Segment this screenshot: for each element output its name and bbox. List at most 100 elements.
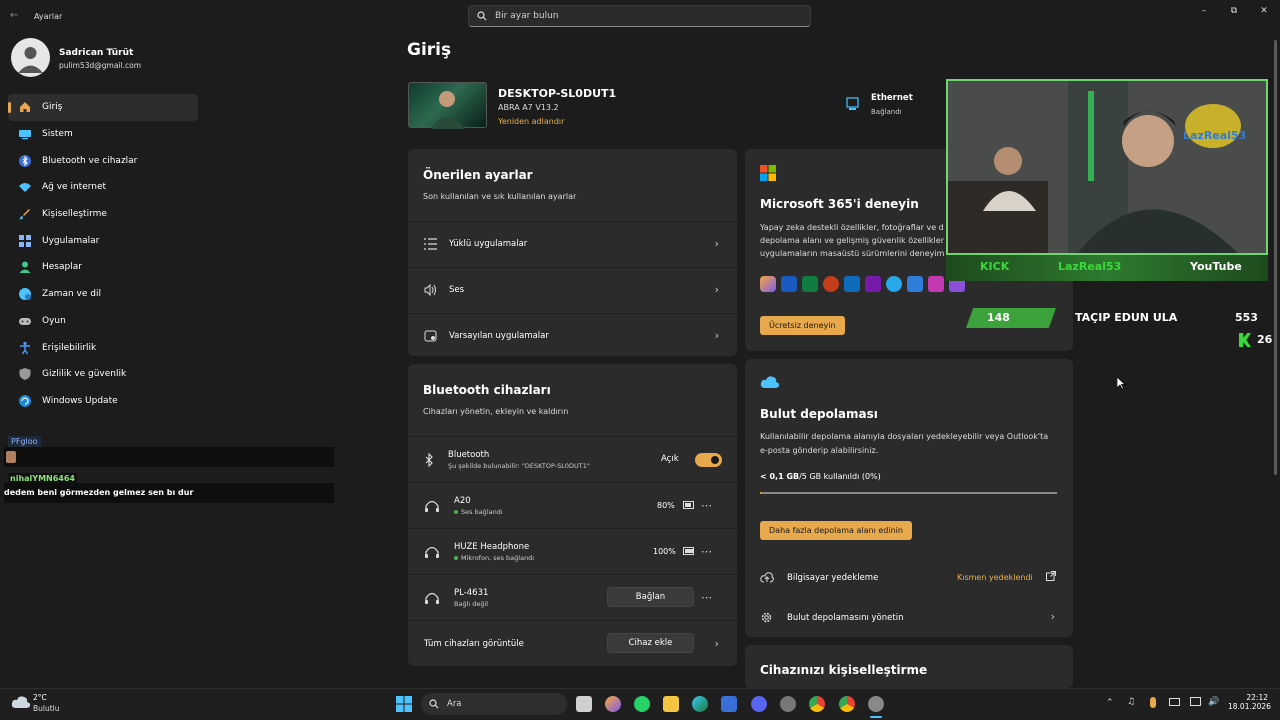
get-more-storage-button[interactable]: Daha fazla depolama alanı edinin bbox=[760, 521, 912, 540]
volume-icon[interactable]: ♫ bbox=[1127, 697, 1135, 707]
device-status: Bağlı değil bbox=[454, 599, 489, 608]
sidebar-item-time-language[interactable]: Zaman ve dil bbox=[8, 281, 198, 308]
rename-link[interactable]: Yeniden adlandır bbox=[498, 117, 564, 126]
system-icon bbox=[18, 127, 32, 141]
globe-icon bbox=[18, 287, 32, 301]
sidebar-item-accessibility[interactable]: Erişilebilirlik bbox=[8, 334, 198, 361]
more-options-icon[interactable]: ⋯ bbox=[701, 545, 713, 558]
taskbar-search[interactable]: Ara bbox=[421, 693, 567, 715]
discord-icon[interactable] bbox=[751, 696, 767, 712]
sidebar-item-label: Giriş bbox=[42, 102, 63, 113]
edge-icon[interactable] bbox=[692, 696, 708, 712]
page-title: Giriş bbox=[407, 40, 452, 60]
row-label: Yüklü uygulamalar bbox=[449, 238, 528, 249]
shield-icon bbox=[18, 367, 32, 381]
minimize-button[interactable]: – bbox=[1194, 6, 1214, 20]
app-title: Ayarlar bbox=[34, 12, 63, 21]
kick-logo-icon bbox=[1239, 333, 1251, 347]
copilot-icon[interactable] bbox=[605, 696, 621, 712]
more-options-icon[interactable]: ⋯ bbox=[701, 591, 713, 604]
file-explorer-icon[interactable] bbox=[663, 696, 679, 712]
device-row[interactable]: HUZE Headphone Mikrofon, ses bağlandı 10… bbox=[408, 528, 737, 574]
clock[interactable]: 22:12 18.01.2026 bbox=[1228, 693, 1271, 711]
default-apps-row[interactable]: Varsayılan uygulamalar › bbox=[408, 313, 737, 357]
speaker-icon[interactable]: 🔊 bbox=[1208, 697, 1219, 707]
ethernet-label[interactable]: Ethernet bbox=[871, 93, 913, 103]
close-button[interactable]: ✕ bbox=[1254, 6, 1274, 20]
cloud-body-line: Kullanılabilir depolama alanıyla dosyala… bbox=[760, 432, 1049, 441]
update-icon bbox=[18, 394, 32, 408]
connect-button[interactable]: Bağlan bbox=[607, 587, 694, 607]
sidebar-item-personalization[interactable]: Kişiselleştirme bbox=[8, 201, 198, 228]
installed-apps-row[interactable]: Yüklü uygulamalar › bbox=[408, 221, 737, 265]
settings-search-box[interactable] bbox=[468, 5, 811, 27]
sidebar-item-accounts[interactable]: Hesaplar bbox=[8, 254, 198, 281]
bluetooth-icon bbox=[18, 154, 32, 168]
keyboard-icon[interactable] bbox=[1169, 698, 1180, 706]
taskbar-search-label: Ara bbox=[447, 699, 462, 709]
sidebar-item-bluetooth[interactable]: Bluetooth ve cihazlar bbox=[8, 147, 198, 174]
app-icon[interactable] bbox=[780, 696, 796, 712]
add-device-button[interactable]: Cihaz ekle bbox=[607, 633, 694, 653]
settings-gear-icon[interactable] bbox=[868, 696, 884, 712]
manage-cloud-row[interactable]: Bulut depolamasını yönetin › bbox=[745, 599, 1073, 637]
sidebar-item-windows-update[interactable]: Windows Update bbox=[8, 388, 198, 415]
windows-start-icon[interactable] bbox=[396, 696, 412, 712]
sidebar-item-privacy[interactable]: Gizlilik ve güvenlik bbox=[8, 361, 198, 388]
headphones-icon bbox=[424, 591, 440, 605]
device-row[interactable]: A20 Ses bağlandı 80% ⋯ bbox=[408, 482, 737, 528]
sidebar-item-network[interactable]: Ağ ve internet bbox=[8, 174, 198, 201]
pc-backup-row[interactable]: Bilgisayar yedekleme Kısmen yedeklendi bbox=[745, 559, 1073, 597]
avatar[interactable] bbox=[11, 38, 50, 77]
try-free-button[interactable]: Ücretsiz deneyin bbox=[760, 316, 845, 335]
chrome-icon[interactable] bbox=[809, 696, 825, 712]
scrollbar[interactable] bbox=[1274, 40, 1277, 475]
storage-progress-fill bbox=[760, 492, 761, 494]
show-hidden-icons[interactable]: ⌃ bbox=[1106, 698, 1114, 708]
active-app-indicator bbox=[870, 716, 882, 718]
chat-avatar bbox=[6, 451, 16, 463]
sidebar-item-label: Kişiselleştirme bbox=[42, 209, 107, 220]
search-icon bbox=[429, 699, 439, 709]
m365-body-line: depolama alanı ve gelişmiş güvenlik özel… bbox=[760, 236, 944, 245]
stat-bar-number: 148 bbox=[987, 311, 1010, 324]
ethernet-icon bbox=[846, 97, 860, 111]
sidebar-item-home[interactable]: Giriş bbox=[8, 94, 198, 121]
bluetooth-toggle[interactable] bbox=[695, 453, 722, 467]
chat-tag: PFgloo bbox=[8, 436, 41, 447]
sidebar-item-apps[interactable]: Uygulamalar bbox=[8, 227, 198, 254]
channel-badge: LazReal53 bbox=[1183, 129, 1246, 142]
sidebar-item-system[interactable]: Sistem bbox=[8, 121, 198, 148]
sidebar-item-gaming[interactable]: Oyun bbox=[8, 308, 198, 335]
sound-row[interactable]: Ses › bbox=[408, 267, 737, 311]
more-options-icon[interactable]: ⋯ bbox=[701, 499, 713, 512]
device-name: HUZE Headphone bbox=[454, 541, 530, 552]
whatsapp-icon[interactable] bbox=[634, 696, 650, 712]
maximize-button[interactable]: ⧉ bbox=[1224, 6, 1244, 20]
gear-icon bbox=[760, 611, 773, 624]
m365-body-line: uygulamaların masaüstü sürümlerini deney… bbox=[760, 249, 945, 258]
microphone-icon[interactable] bbox=[1150, 697, 1156, 708]
back-arrow-icon[interactable]: ← bbox=[10, 10, 18, 21]
chat-bar bbox=[4, 447, 334, 467]
chrome-icon[interactable] bbox=[839, 696, 855, 712]
view-all-devices-row[interactable]: Tüm cihazları görüntüle Cihaz ekle › bbox=[408, 620, 737, 666]
weather-temp[interactable]: 2°C bbox=[33, 693, 47, 702]
profile-name: Sadrican Türüt bbox=[59, 48, 134, 58]
battery-icon bbox=[683, 501, 695, 509]
search-input[interactable] bbox=[495, 11, 775, 21]
sidebar-item-label: Gizlilik ve güvenlik bbox=[42, 369, 127, 380]
store-icon[interactable] bbox=[721, 696, 737, 712]
bluetooth-discoverable: Şu şekilde bulunabilir: "DESKTOP-SL0DUT1… bbox=[448, 461, 590, 470]
task-view-icon[interactable] bbox=[576, 696, 592, 712]
device-row[interactable]: PL-4631 Bağlı değil Bağlan ⋯ bbox=[408, 574, 737, 620]
recommended-title: Önerilen ayarlar bbox=[423, 168, 533, 182]
onenote-icon bbox=[865, 276, 881, 292]
device-name: DESKTOP-SL0DUT1 bbox=[498, 87, 617, 100]
bluetooth-state: Açık bbox=[661, 454, 679, 464]
personalize-card: Cihazınızı kişiselleştirme bbox=[745, 645, 1073, 688]
device-name: PL-4631 bbox=[454, 587, 489, 598]
network-status-icon[interactable] bbox=[1190, 697, 1201, 706]
backup-icon bbox=[760, 571, 774, 583]
word-icon bbox=[781, 276, 797, 292]
